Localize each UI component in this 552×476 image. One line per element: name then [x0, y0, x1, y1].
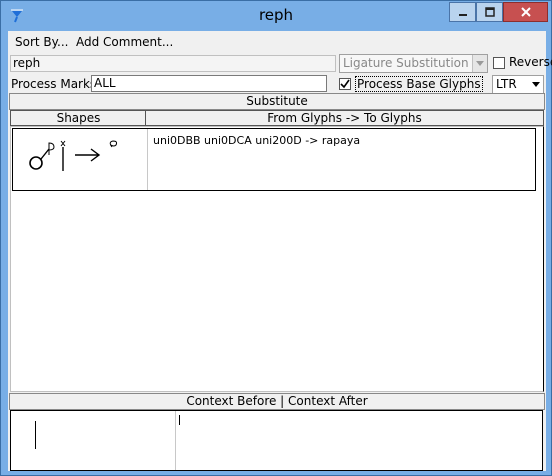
maximize-icon [484, 7, 495, 17]
lookup-type-dropdown: Ligature Substitution [339, 54, 488, 73]
context-header: Context Before | Context After [9, 393, 545, 410]
lookup-name-field[interactable]: reph [10, 55, 336, 72]
glyph-shapes-preview [29, 140, 118, 171]
process-marks-label: Process Marks: [11, 77, 101, 91]
lookup-type-value: Ligature Substitution [343, 56, 469, 70]
table-row[interactable]: uni0DBB uni0DCA uni200D -> rapaya [12, 128, 536, 191]
title-bar[interactable]: reph [1, 1, 551, 31]
substitute-list[interactable]: uni0DBB uni0DCA uni200D -> rapaya [10, 126, 544, 392]
chevron-down-icon [472, 55, 487, 72]
application-window: reph Sort By... Add Comment... reph Liga… [0, 0, 552, 476]
context-panel[interactable] [10, 410, 543, 471]
substitute-header: Substitute [9, 93, 545, 110]
direction-dropdown[interactable]: LTR [492, 75, 544, 94]
substitution-rule[interactable]: uni0DBB uni0DCA uni200D -> rapaya [153, 134, 360, 147]
glyphs-column-header[interactable]: From Glyphs -> To Glyphs [145, 110, 544, 126]
sort-by-menu[interactable]: Sort By... [15, 35, 68, 49]
menu-bar: Sort By... Add Comment... [8, 31, 546, 52]
reverse-label: Reverse [509, 55, 552, 69]
context-divider [175, 411, 176, 470]
process-base-glyphs-label: Process Base Glyphs [355, 76, 483, 92]
checkmark-icon [340, 79, 350, 89]
context-after-cursor[interactable] [179, 415, 180, 425]
process-base-glyphs-checkbox[interactable] [339, 78, 351, 90]
close-button[interactable] [503, 2, 548, 22]
column-divider [147, 129, 148, 190]
add-comment-menu[interactable]: Add Comment... [76, 35, 173, 49]
maximize-button[interactable] [476, 2, 503, 22]
minimize-icon [458, 14, 467, 16]
direction-value: LTR [496, 77, 517, 91]
process-marks-field[interactable]: ALL [91, 75, 327, 92]
context-before-glyph[interactable] [35, 421, 36, 449]
chevron-down-icon [528, 76, 543, 93]
close-icon [520, 7, 531, 17]
client-area: Sort By... Add Comment... reph Ligature … [8, 31, 552, 471]
minimize-button[interactable] [449, 2, 476, 22]
reverse-checkbox[interactable] [493, 57, 505, 69]
shapes-column-header[interactable]: Shapes [10, 110, 147, 126]
